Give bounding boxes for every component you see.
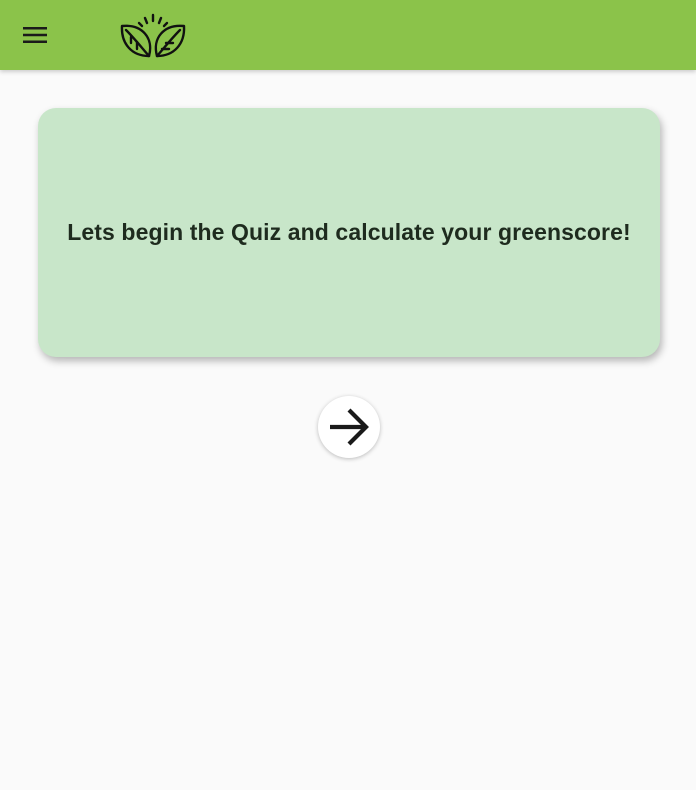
app-logo	[118, 12, 188, 60]
menu-button[interactable]	[13, 15, 57, 55]
next-button[interactable]	[318, 396, 380, 458]
arrow-right-icon	[330, 408, 369, 446]
app-bar	[0, 0, 696, 70]
app-screen: Lets begin the Quiz and calculate your g…	[0, 0, 696, 790]
hamburger-menu-icon	[23, 27, 47, 43]
quiz-intro-text: Lets begin the Quiz and calculate your g…	[67, 219, 631, 245]
leaves-logo-icon	[120, 13, 186, 58]
quiz-intro-card: Lets begin the Quiz and calculate your g…	[38, 108, 660, 357]
